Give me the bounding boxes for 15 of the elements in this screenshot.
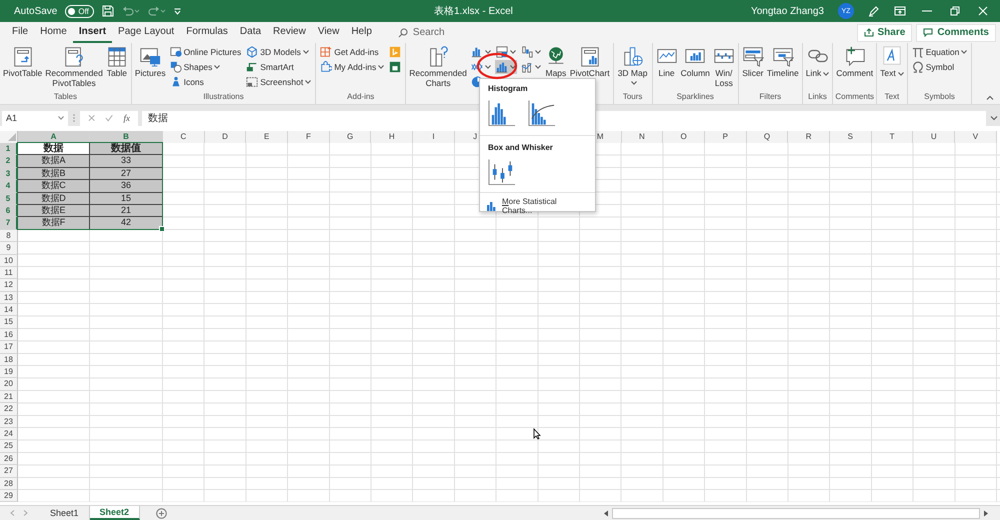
group-label: Symbols: [923, 92, 956, 103]
group-label: Tours: [622, 92, 644, 103]
group-label: Illustrations: [202, 92, 245, 103]
section-heading: Histogram: [487, 83, 529, 95]
group-label: Filters: [758, 92, 782, 103]
group-label: Sparklines: [676, 92, 715, 103]
user-name: Yongtao Zhang3: [750, 6, 824, 16]
group-label: Links: [807, 92, 828, 103]
group-label: Add-ins: [346, 92, 376, 103]
section-heading: Box and Whisker: [487, 142, 554, 154]
autosave-label: AutoSave: [14, 6, 58, 16]
group-label: Tables: [52, 92, 78, 103]
group-label: Comments: [835, 92, 874, 103]
window-title: 表格1.xlsx - Excel: [434, 4, 514, 18]
group-label: Text: [884, 92, 900, 103]
